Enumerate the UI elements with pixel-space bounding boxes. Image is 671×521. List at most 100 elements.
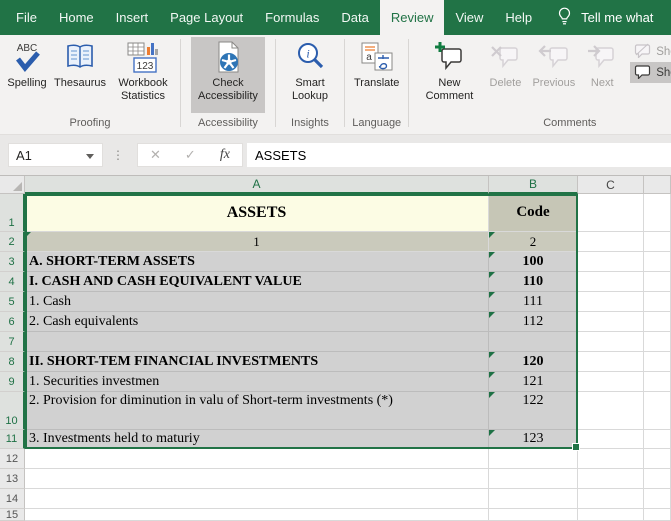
cell-b12[interactable] (489, 449, 578, 469)
cell-b6[interactable]: 112 (489, 312, 578, 332)
cell-c8[interactable] (578, 352, 644, 372)
cell-b10[interactable]: 122 (489, 392, 578, 430)
show-hide-comment-button[interactable]: Show/Hid (630, 41, 671, 62)
cell-c9[interactable] (578, 372, 644, 392)
cell-b4[interactable]: 110 (489, 272, 578, 292)
row-header-3[interactable]: 3 (0, 252, 25, 272)
cell-d5[interactable] (644, 292, 671, 312)
row-header-5[interactable]: 5 (0, 292, 25, 312)
insert-function-icon[interactable]: fx (220, 147, 230, 163)
cell-b15[interactable] (489, 509, 578, 521)
cell-c10[interactable] (578, 392, 644, 430)
formula-bar-handle[interactable]: ⋮ (112, 143, 125, 167)
workbook-statistics-button[interactable]: 123 Workbook Statistics (109, 37, 177, 103)
cell-a8[interactable]: II. SHORT-TEM FINANCIAL INVESTMENTS (25, 352, 489, 372)
cell-d13[interactable] (644, 469, 671, 489)
cell-c12[interactable] (578, 449, 644, 469)
column-header-b[interactable]: B (489, 176, 578, 194)
cell-d2[interactable] (644, 232, 671, 252)
tab-review[interactable]: Review (380, 0, 445, 35)
cell-d12[interactable] (644, 449, 671, 469)
cell-c2[interactable] (578, 232, 644, 252)
delete-comment-button[interactable]: Delete (481, 37, 529, 90)
tab-file[interactable]: File (5, 0, 48, 35)
enter-icon[interactable]: ✓ (185, 147, 196, 163)
row-header-8[interactable]: 8 (0, 352, 25, 372)
name-box[interactable]: A1 (8, 143, 103, 167)
cell-b8[interactable]: 120 (489, 352, 578, 372)
row-header-6[interactable]: 6 (0, 312, 25, 332)
row-header-11[interactable]: 11 (0, 430, 25, 449)
cell-b2[interactable]: 2 (489, 232, 578, 252)
tell-me-search[interactable]: Tell me what (543, 0, 659, 35)
cell-c14[interactable] (578, 489, 644, 509)
cell-d1[interactable] (644, 194, 671, 232)
cell-b11[interactable]: 123 (489, 430, 578, 449)
cell-a13[interactable] (25, 469, 489, 489)
cell-a1[interactable]: ASSETS (25, 194, 489, 232)
cell-c15[interactable] (578, 509, 644, 521)
spelling-button[interactable]: ABC Spelling (3, 37, 51, 90)
cell-b7[interactable] (489, 332, 578, 352)
cell-d6[interactable] (644, 312, 671, 332)
cell-a7[interactable] (25, 332, 489, 352)
cell-a10[interactable]: 2. Provision for diminution in valu of S… (25, 392, 489, 430)
cell-a14[interactable] (25, 489, 489, 509)
cell-c1[interactable] (578, 194, 644, 232)
cell-b13[interactable] (489, 469, 578, 489)
cell-d10[interactable] (644, 392, 671, 430)
select-all-button[interactable] (0, 176, 25, 194)
translate-button[interactable]: a Translate (351, 37, 402, 90)
row-header-7[interactable]: 7 (0, 332, 25, 352)
cell-d4[interactable] (644, 272, 671, 292)
column-header-c[interactable]: C (578, 176, 644, 194)
tab-view[interactable]: View (444, 0, 494, 35)
row-header-9[interactable]: 9 (0, 372, 25, 392)
cell-a5[interactable]: 1. Cash (25, 292, 489, 312)
cell-d3[interactable] (644, 252, 671, 272)
cell-a6[interactable]: 2. Cash equivalents (25, 312, 489, 332)
cell-d15[interactable] (644, 509, 671, 521)
cell-d8[interactable] (644, 352, 671, 372)
formula-input[interactable]: ASSETS (247, 143, 671, 167)
tab-help[interactable]: Help (494, 0, 543, 35)
cell-c13[interactable] (578, 469, 644, 489)
cell-c4[interactable] (578, 272, 644, 292)
cancel-icon[interactable]: ✕ (150, 147, 161, 163)
row-header-1[interactable]: 1 (0, 194, 25, 232)
row-header-15[interactable]: 15 (0, 509, 25, 521)
cell-c11[interactable] (578, 430, 644, 449)
cell-a11[interactable]: 3. Investments held to maturiy (25, 430, 489, 449)
cell-d14[interactable] (644, 489, 671, 509)
next-comment-button[interactable]: Next (578, 37, 626, 90)
thesaurus-button[interactable]: Thesaurus (51, 37, 109, 90)
tab-insert[interactable]: Insert (105, 0, 160, 35)
cell-b9[interactable]: 121 (489, 372, 578, 392)
row-header-4[interactable]: 4 (0, 272, 25, 292)
row-header-12[interactable]: 12 (0, 449, 25, 469)
cell-b14[interactable] (489, 489, 578, 509)
cell-a15[interactable] (25, 509, 489, 521)
cell-c5[interactable] (578, 292, 644, 312)
row-header-14[interactable]: 14 (0, 489, 25, 509)
previous-comment-button[interactable]: Previous (529, 37, 578, 90)
tab-page-layout[interactable]: Page Layout (159, 0, 254, 35)
cell-c6[interactable] (578, 312, 644, 332)
cell-a12[interactable] (25, 449, 489, 469)
cell-d11[interactable] (644, 430, 671, 449)
cell-d9[interactable] (644, 372, 671, 392)
column-header-a[interactable]: A (25, 176, 489, 194)
show-all-comments-button[interactable]: Show All C (630, 62, 671, 83)
cell-b5[interactable]: 111 (489, 292, 578, 312)
cell-a4[interactable]: I. CASH AND CASH EQUIVALENT VALUE (25, 272, 489, 292)
cell-d7[interactable] (644, 332, 671, 352)
name-box-dropdown-icon[interactable] (86, 154, 94, 159)
new-comment-button[interactable]: New Comment (417, 37, 481, 103)
cell-c7[interactable] (578, 332, 644, 352)
row-header-2[interactable]: 2 (0, 232, 25, 252)
cell-c3[interactable] (578, 252, 644, 272)
tab-data[interactable]: Data (330, 0, 379, 35)
row-header-13[interactable]: 13 (0, 469, 25, 489)
cell-a3[interactable]: A. SHORT-TERM ASSETS (25, 252, 489, 272)
cell-b1[interactable]: Code (489, 194, 578, 232)
